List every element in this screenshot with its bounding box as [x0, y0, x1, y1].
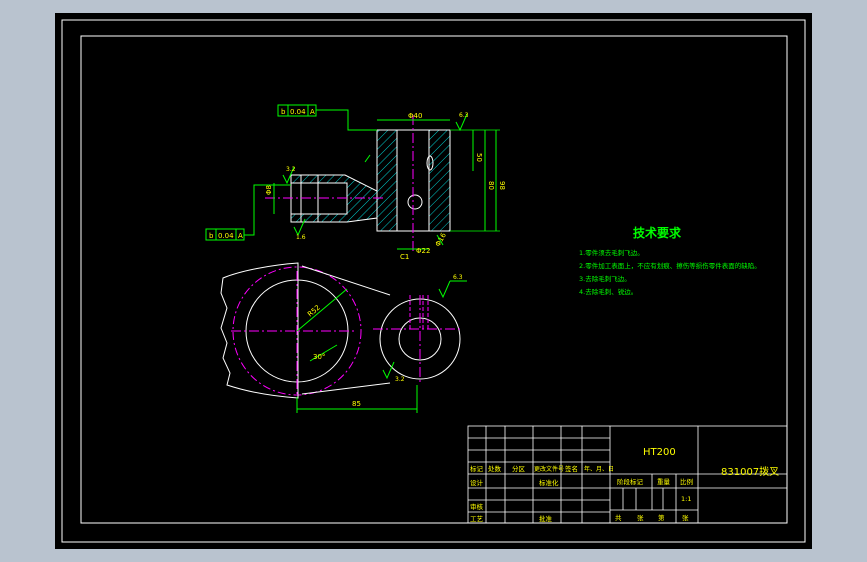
svg-text:签名: 签名 — [565, 464, 578, 473]
svg-text:分区: 分区 — [512, 464, 526, 473]
outer-border — [61, 19, 806, 543]
svg-text:Φ8: Φ8 — [265, 185, 273, 195]
svg-text:b: b — [209, 232, 214, 240]
roughness-symbol-1: 6.3 — [455, 112, 469, 132]
drawing-canvas: b 0.04 A b 0.04 A Φ40 50 80 98 Φ22 C1 Φ1… — [61, 19, 806, 543]
svg-text:标记: 标记 — [470, 464, 484, 473]
requirements-title: 技术要求 — [633, 225, 682, 240]
bore — [396, 129, 430, 232]
material-label: HT200 — [643, 447, 676, 458]
svg-text:80: 80 — [487, 181, 495, 190]
svg-text:b: b — [281, 108, 286, 116]
svg-text:50: 50 — [475, 153, 483, 162]
tolerance-frame-2: b 0.04 A — [205, 184, 291, 241]
svg-text:85: 85 — [352, 400, 361, 408]
tolerance-frame-1: b 0.04 A — [277, 104, 377, 131]
svg-text:比例: 比例 — [680, 477, 693, 486]
requirement-4: 4.去除毛刺、锐边。 — [579, 287, 637, 296]
bore-dim: Φ40 — [408, 112, 422, 120]
svg-text:3.2: 3.2 — [286, 166, 296, 173]
svg-text:设计: 设计 — [470, 478, 484, 487]
technical-requirements: 技术要求 1.零件须去毛刺飞边。 2.零件加工表面上，不应有划痕、擦伤等损伤零件… — [579, 225, 761, 296]
svg-text:重量: 重量 — [657, 478, 671, 486]
inner-border — [80, 35, 788, 524]
section-view: b 0.04 A b 0.04 A Φ40 50 80 98 Φ22 C1 Φ1… — [205, 104, 506, 261]
svg-text:C1: C1 — [400, 253, 409, 261]
svg-text:A: A — [310, 108, 315, 116]
requirement-3: 3.去除毛刺飞边。 — [579, 274, 631, 283]
front-view: R52 30° 85 6.3 3.2 — [220, 262, 467, 413]
cad-viewport[interactable]: b 0.04 A b 0.04 A Φ40 50 80 98 Φ22 C1 Φ1… — [55, 13, 812, 549]
svg-text:30°: 30° — [313, 353, 325, 361]
svg-text:更改文件号: 更改文件号 — [534, 465, 564, 473]
part-name: 831007拨叉 — [721, 465, 779, 478]
svg-text:张: 张 — [682, 513, 689, 522]
svg-text:6.3: 6.3 — [453, 274, 463, 281]
svg-text:年、月、日: 年、月、日 — [584, 465, 614, 473]
svg-text:标准化: 标准化 — [539, 478, 559, 487]
svg-text:阶段标记: 阶段标记 — [617, 477, 644, 486]
svg-text:98: 98 — [498, 181, 506, 190]
requirement-2: 2.零件加工表面上，不应有划痕、擦伤等损伤零件表面的缺陷。 — [579, 261, 761, 270]
svg-text:1:1: 1:1 — [681, 495, 691, 503]
svg-text:3.2: 3.2 — [395, 376, 405, 383]
svg-text:0.04: 0.04 — [290, 108, 306, 116]
svg-text:共: 共 — [615, 513, 622, 522]
svg-text:1.6: 1.6 — [296, 234, 306, 241]
svg-text:工艺: 工艺 — [470, 515, 484, 523]
svg-text:处数: 处数 — [488, 464, 502, 473]
svg-text:张: 张 — [637, 513, 644, 522]
svg-text:A: A — [238, 232, 243, 240]
svg-text:第: 第 — [658, 513, 665, 522]
svg-text:审核: 审核 — [470, 502, 484, 511]
svg-text:Φ22: Φ22 — [416, 247, 430, 255]
svg-text:6.3: 6.3 — [459, 112, 469, 119]
cross-hole — [407, 194, 423, 210]
svg-text:0.04: 0.04 — [218, 232, 234, 240]
svg-text:Φ16: Φ16 — [434, 231, 448, 248]
requirement-1: 1.零件须去毛刺飞边。 — [579, 248, 644, 257]
svg-text:批准: 批准 — [539, 514, 553, 523]
